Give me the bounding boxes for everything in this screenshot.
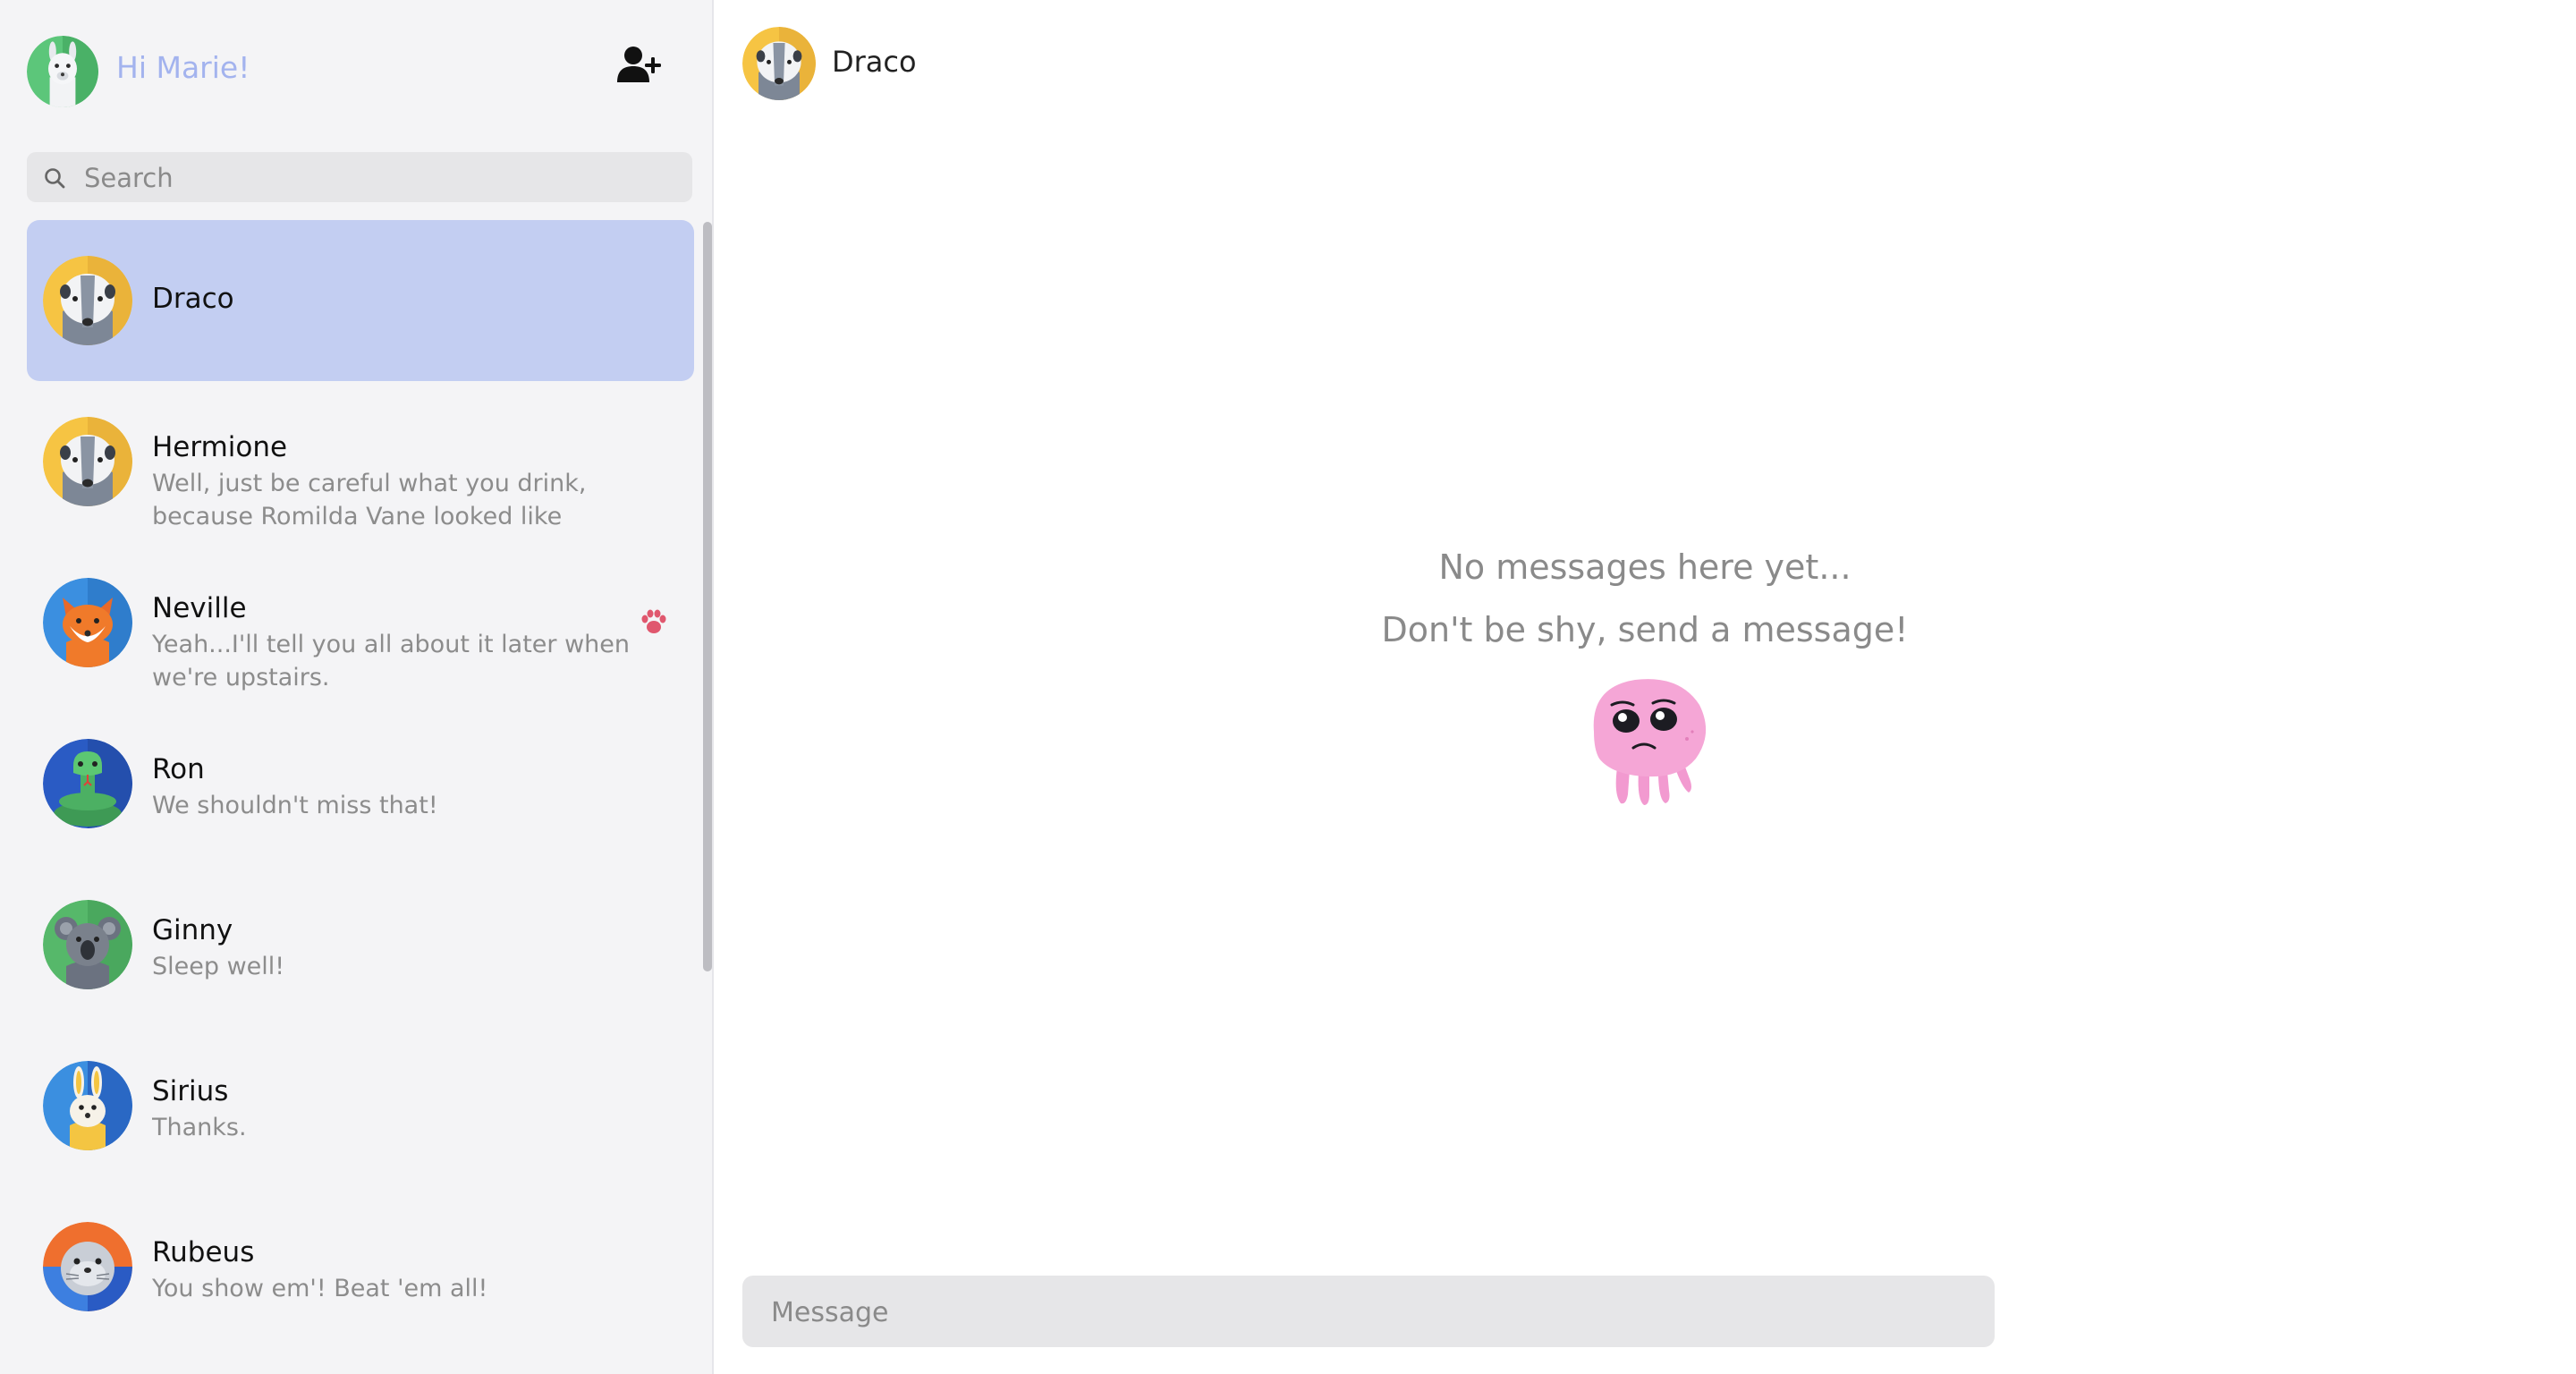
chat-preview: You show em'! Beat 'em all! [152,1275,488,1302]
chat-item-hermione[interactable]: Hermione Well, just be careful what you … [27,381,694,542]
badger-avatar [43,417,132,506]
search-input[interactable] [82,152,676,204]
conversation-avatar[interactable] [742,27,816,100]
chat-item-draco[interactable]: Draco [27,220,694,381]
user-avatar[interactable] [27,36,98,107]
sad-jellyfish-illustration [1581,669,1716,812]
conversation-panel: Draco No messages here yet... Don't be s… [714,0,2576,1374]
paw-icon [639,606,669,637]
chat-name: Rubeus [152,1236,255,1268]
sidebar: Hi Marie! Search Draco Hermione Well, ju… [0,0,714,1374]
chat-item-ron[interactable]: Ron We shouldn't miss that! [27,703,694,864]
chat-list-scrollbar[interactable] [703,222,712,971]
empty-state-subtitle: Don't be shy, send a message! [1381,610,1909,649]
koala-avatar [43,900,132,989]
add-user-button[interactable] [615,41,665,91]
snake-avatar [43,739,132,828]
chat-name: Draco [152,283,234,315]
chat-item-sirius[interactable]: Sirius Thanks. [27,1025,694,1186]
chat-name: Ginny [152,914,233,946]
chat-item-ginny[interactable]: Ginny Sleep well! [27,864,694,1025]
message-composer [742,1276,1995,1349]
greeting: Hi Marie! [116,50,250,85]
chat-preview: We shouldn't miss that! [152,792,438,819]
fox-avatar [43,578,132,667]
chat-item-rubeus[interactable]: Rubeus You show em'! Beat 'em all! [27,1186,694,1347]
chat-preview: Well, just be careful what you drink, be… [152,470,587,530]
chat-preview: Thanks. [152,1114,247,1141]
search-icon [43,166,66,190]
seal-avatar [43,1222,132,1311]
message-input[interactable] [769,1276,1971,1349]
chat-name: Neville [152,592,247,624]
chat-list: Draco Hermione Well, just be careful wha… [27,220,694,1347]
chat-preview: Yeah...I'll tell you all about it later … [152,631,631,691]
empty-state-title: No messages here yet... [1438,547,1852,587]
user-plus-icon [617,47,661,82]
chat-item-neville[interactable]: Neville Yeah...I'll tell you all about i… [27,542,694,703]
badger-avatar [43,256,132,345]
chat-name: Ron [152,753,205,785]
chat-preview: Sleep well! [152,953,285,980]
search-box [27,152,692,204]
conversation-title[interactable]: Draco [832,45,917,79]
chat-name: Sirius [152,1075,229,1107]
chat-name: Hermione [152,431,288,463]
rabbit-avatar [43,1061,132,1150]
